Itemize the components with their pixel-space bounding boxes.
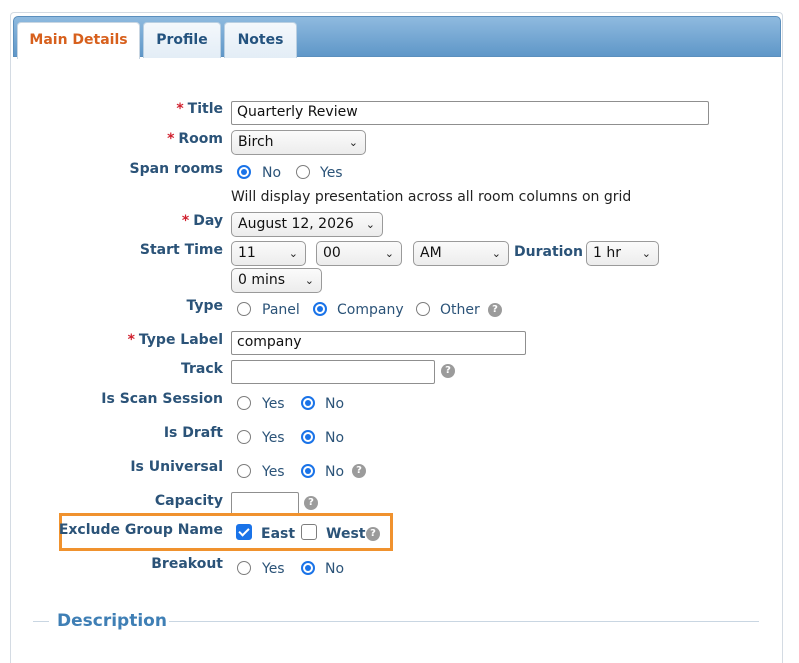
title-label: * Title [176,101,223,117]
help-icon[interactable]: ? [366,527,380,541]
breakout-yes-label: Yes [262,561,285,577]
chevron-down-icon: ⌄ [641,247,651,260]
span-rooms-no-label: No [262,165,282,181]
day-label: * Day [181,213,223,229]
span-rooms-no-radio[interactable] [237,165,251,179]
exclude-east-label: East [261,526,296,542]
exclude-west-label: West [326,526,366,542]
is-universal-label: Is Universal [130,459,223,475]
draft-no-label: No [325,430,345,446]
tab-profile[interactable]: Profile [143,22,221,58]
breakout-label: Breakout [151,556,223,572]
capacity-label: Capacity [154,493,223,509]
type-panel-label: Panel [262,302,300,318]
breakout-yes-radio[interactable] [237,561,251,575]
breakout-no-label: No [325,561,345,577]
track-input[interactable] [231,360,435,384]
track-label: Track [181,361,223,377]
help-icon[interactable]: ? [441,364,455,378]
start-ampm-select[interactable]: AM ⌄ [413,241,509,266]
help-icon[interactable]: ? [352,464,366,478]
chevron-down-icon: ⌄ [491,247,501,260]
tab-notes[interactable]: Notes [224,22,297,58]
scan-session-yes-label: Yes [262,396,285,412]
draft-yes-radio[interactable] [237,430,251,444]
duration-hours-select[interactable]: 1 hr ⌄ [586,241,659,266]
start-hour-select[interactable]: 11 ⌄ [231,241,306,266]
duration-label: Duration [514,244,584,260]
span-rooms-yes-radio[interactable] [296,165,310,179]
scan-session-yes-radio[interactable] [237,396,251,410]
exclude-group-name-label: Exclude Group Name [58,522,223,538]
scan-session-no-label: No [325,396,345,412]
chevron-down-icon: ⌄ [384,247,394,260]
title-input[interactable]: Quarterly Review [231,101,709,125]
draft-yes-label: Yes [262,430,285,446]
span-rooms-hint: Will display presentation across all roo… [231,189,632,205]
chevron-down-icon: ⌄ [288,247,298,260]
exclude-west-checkbox[interactable] [301,524,317,540]
type-label: Type [186,298,223,314]
chevron-down-icon: ⌄ [304,274,314,287]
help-icon[interactable]: ? [304,496,318,510]
chevron-down-icon: ⌄ [365,218,375,231]
universal-yes-label: Yes [262,464,285,480]
room-label: * Room [167,131,223,147]
universal-no-label: No [325,464,345,480]
help-icon[interactable]: ? [488,303,502,317]
type-label-label: * Type Label [127,332,223,348]
start-time-label: Start Time [139,242,223,258]
span-rooms-label: Span rooms [129,161,223,177]
description-section-title: Description [57,611,167,631]
room-select[interactable]: Birch ⌄ [231,130,366,155]
type-company-radio[interactable] [313,302,327,316]
duration-mins-select[interactable]: 0 mins ⌄ [231,268,322,293]
tab-main-details[interactable]: Main Details [17,22,140,59]
type-label-input[interactable]: company [231,331,526,355]
draft-no-radio[interactable] [301,430,315,444]
type-other-radio[interactable] [416,302,430,316]
start-minute-select[interactable]: 00 ⌄ [316,241,402,266]
exclude-east-checkbox[interactable] [236,524,252,540]
section-divider [33,621,49,622]
type-other-label: Other [440,302,480,318]
universal-no-radio[interactable] [301,464,315,478]
type-panel-radio[interactable] [237,302,251,316]
chevron-down-icon: ⌄ [348,136,358,149]
is-draft-label: Is Draft [163,425,223,441]
type-company-label: Company [337,302,404,318]
scan-session-no-radio[interactable] [301,396,315,410]
span-rooms-yes-label: Yes [320,165,343,181]
day-select[interactable]: August 12, 2026 ⌄ [231,212,383,237]
is-scan-session-label: Is Scan Session [101,391,223,407]
section-divider [169,621,759,622]
universal-yes-radio[interactable] [237,464,251,478]
breakout-no-radio[interactable] [301,561,315,575]
